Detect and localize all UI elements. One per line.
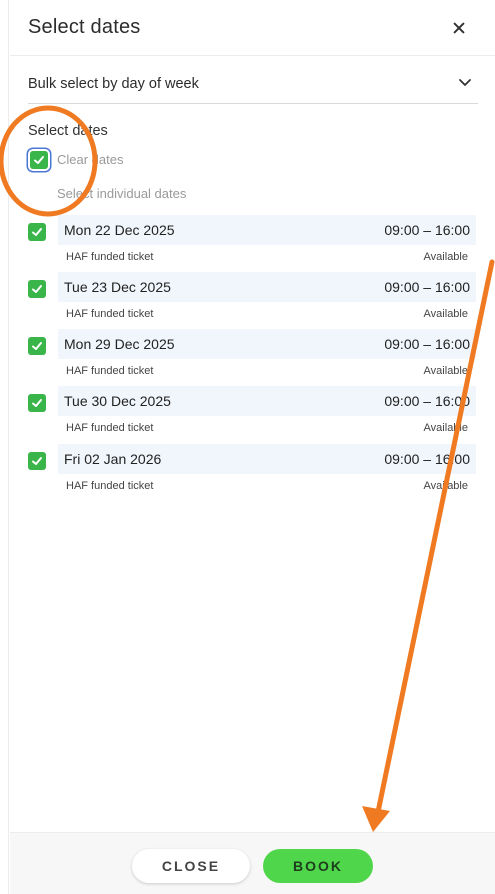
time-range: 09:00 – 16:00 — [384, 336, 470, 352]
ticket-type: HAF funded ticket — [66, 308, 154, 320]
availability-status: Available — [423, 251, 468, 263]
date-meta: HAF funded ticket Available — [66, 251, 468, 267]
dialog-title: Select dates — [28, 16, 141, 38]
date-meta: HAF funded ticket Available — [66, 365, 468, 381]
time-range: 09:00 – 16:00 — [384, 451, 470, 467]
check-icon — [32, 228, 42, 236]
chevron-down-icon — [459, 79, 471, 86]
date-meta: HAF funded ticket Available — [66, 308, 468, 324]
availability-status: Available — [423, 365, 468, 377]
check-icon — [32, 342, 42, 350]
date-row[interactable]: Tue 30 Dec 2025 09:00 – 16:00 — [58, 386, 476, 416]
ticket-type: HAF funded ticket — [66, 365, 154, 377]
date-meta: HAF funded ticket Available — [66, 480, 468, 496]
date-row[interactable]: Mon 29 Dec 2025 09:00 – 16:00 — [58, 329, 476, 359]
time-range: 09:00 – 16:00 — [384, 222, 470, 238]
close-icon[interactable] — [447, 16, 471, 40]
check-icon — [32, 457, 42, 465]
dialog-header: Select dates — [10, 0, 495, 56]
date-row[interactable]: Tue 23 Dec 2025 09:00 – 16:00 — [58, 272, 476, 302]
date-checkbox[interactable] — [28, 223, 46, 241]
date-meta: HAF funded ticket Available — [66, 422, 468, 438]
ticket-type: HAF funded ticket — [66, 251, 154, 263]
date-checkbox[interactable] — [28, 452, 46, 470]
date-text: Tue 23 Dec 2025 — [64, 279, 171, 295]
availability-status: Available — [423, 480, 468, 492]
time-range: 09:00 – 16:00 — [384, 279, 470, 295]
clear-dates-checkbox[interactable] — [30, 151, 48, 169]
book-button[interactable]: BOOK — [263, 849, 373, 883]
bulk-select-dropdown[interactable]: Bulk select by day of week — [28, 66, 478, 104]
availability-status: Available — [423, 308, 468, 320]
ticket-type: HAF funded ticket — [66, 480, 154, 492]
date-text: Fri 02 Jan 2026 — [64, 451, 162, 467]
date-row[interactable]: Mon 22 Dec 2025 09:00 – 16:00 — [58, 215, 476, 245]
date-text: Mon 29 Dec 2025 — [64, 336, 175, 352]
availability-status: Available — [423, 422, 468, 434]
date-text: Mon 22 Dec 2025 — [64, 222, 175, 238]
date-text: Tue 30 Dec 2025 — [64, 393, 171, 409]
select-individual-dates-label: Select individual dates — [57, 186, 187, 201]
date-checkbox[interactable] — [28, 394, 46, 412]
select-dates-heading: Select dates — [28, 123, 108, 139]
date-checkbox[interactable] — [28, 280, 46, 298]
date-checkbox[interactable] — [28, 337, 46, 355]
check-icon — [32, 399, 42, 407]
check-icon — [34, 156, 44, 164]
dialog-footer: CLOSE BOOK — [10, 832, 495, 894]
bulk-select-label: Bulk select by day of week — [28, 76, 199, 92]
check-icon — [32, 285, 42, 293]
ticket-type: HAF funded ticket — [66, 422, 154, 434]
close-button[interactable]: CLOSE — [132, 849, 250, 883]
annotation-arrow-head — [362, 806, 390, 832]
date-row[interactable]: Fri 02 Jan 2026 09:00 – 16:00 — [58, 444, 476, 474]
left-divider — [8, 0, 9, 894]
time-range: 09:00 – 16:00 — [384, 393, 470, 409]
clear-dates-label[interactable]: Clear dates — [57, 152, 123, 167]
